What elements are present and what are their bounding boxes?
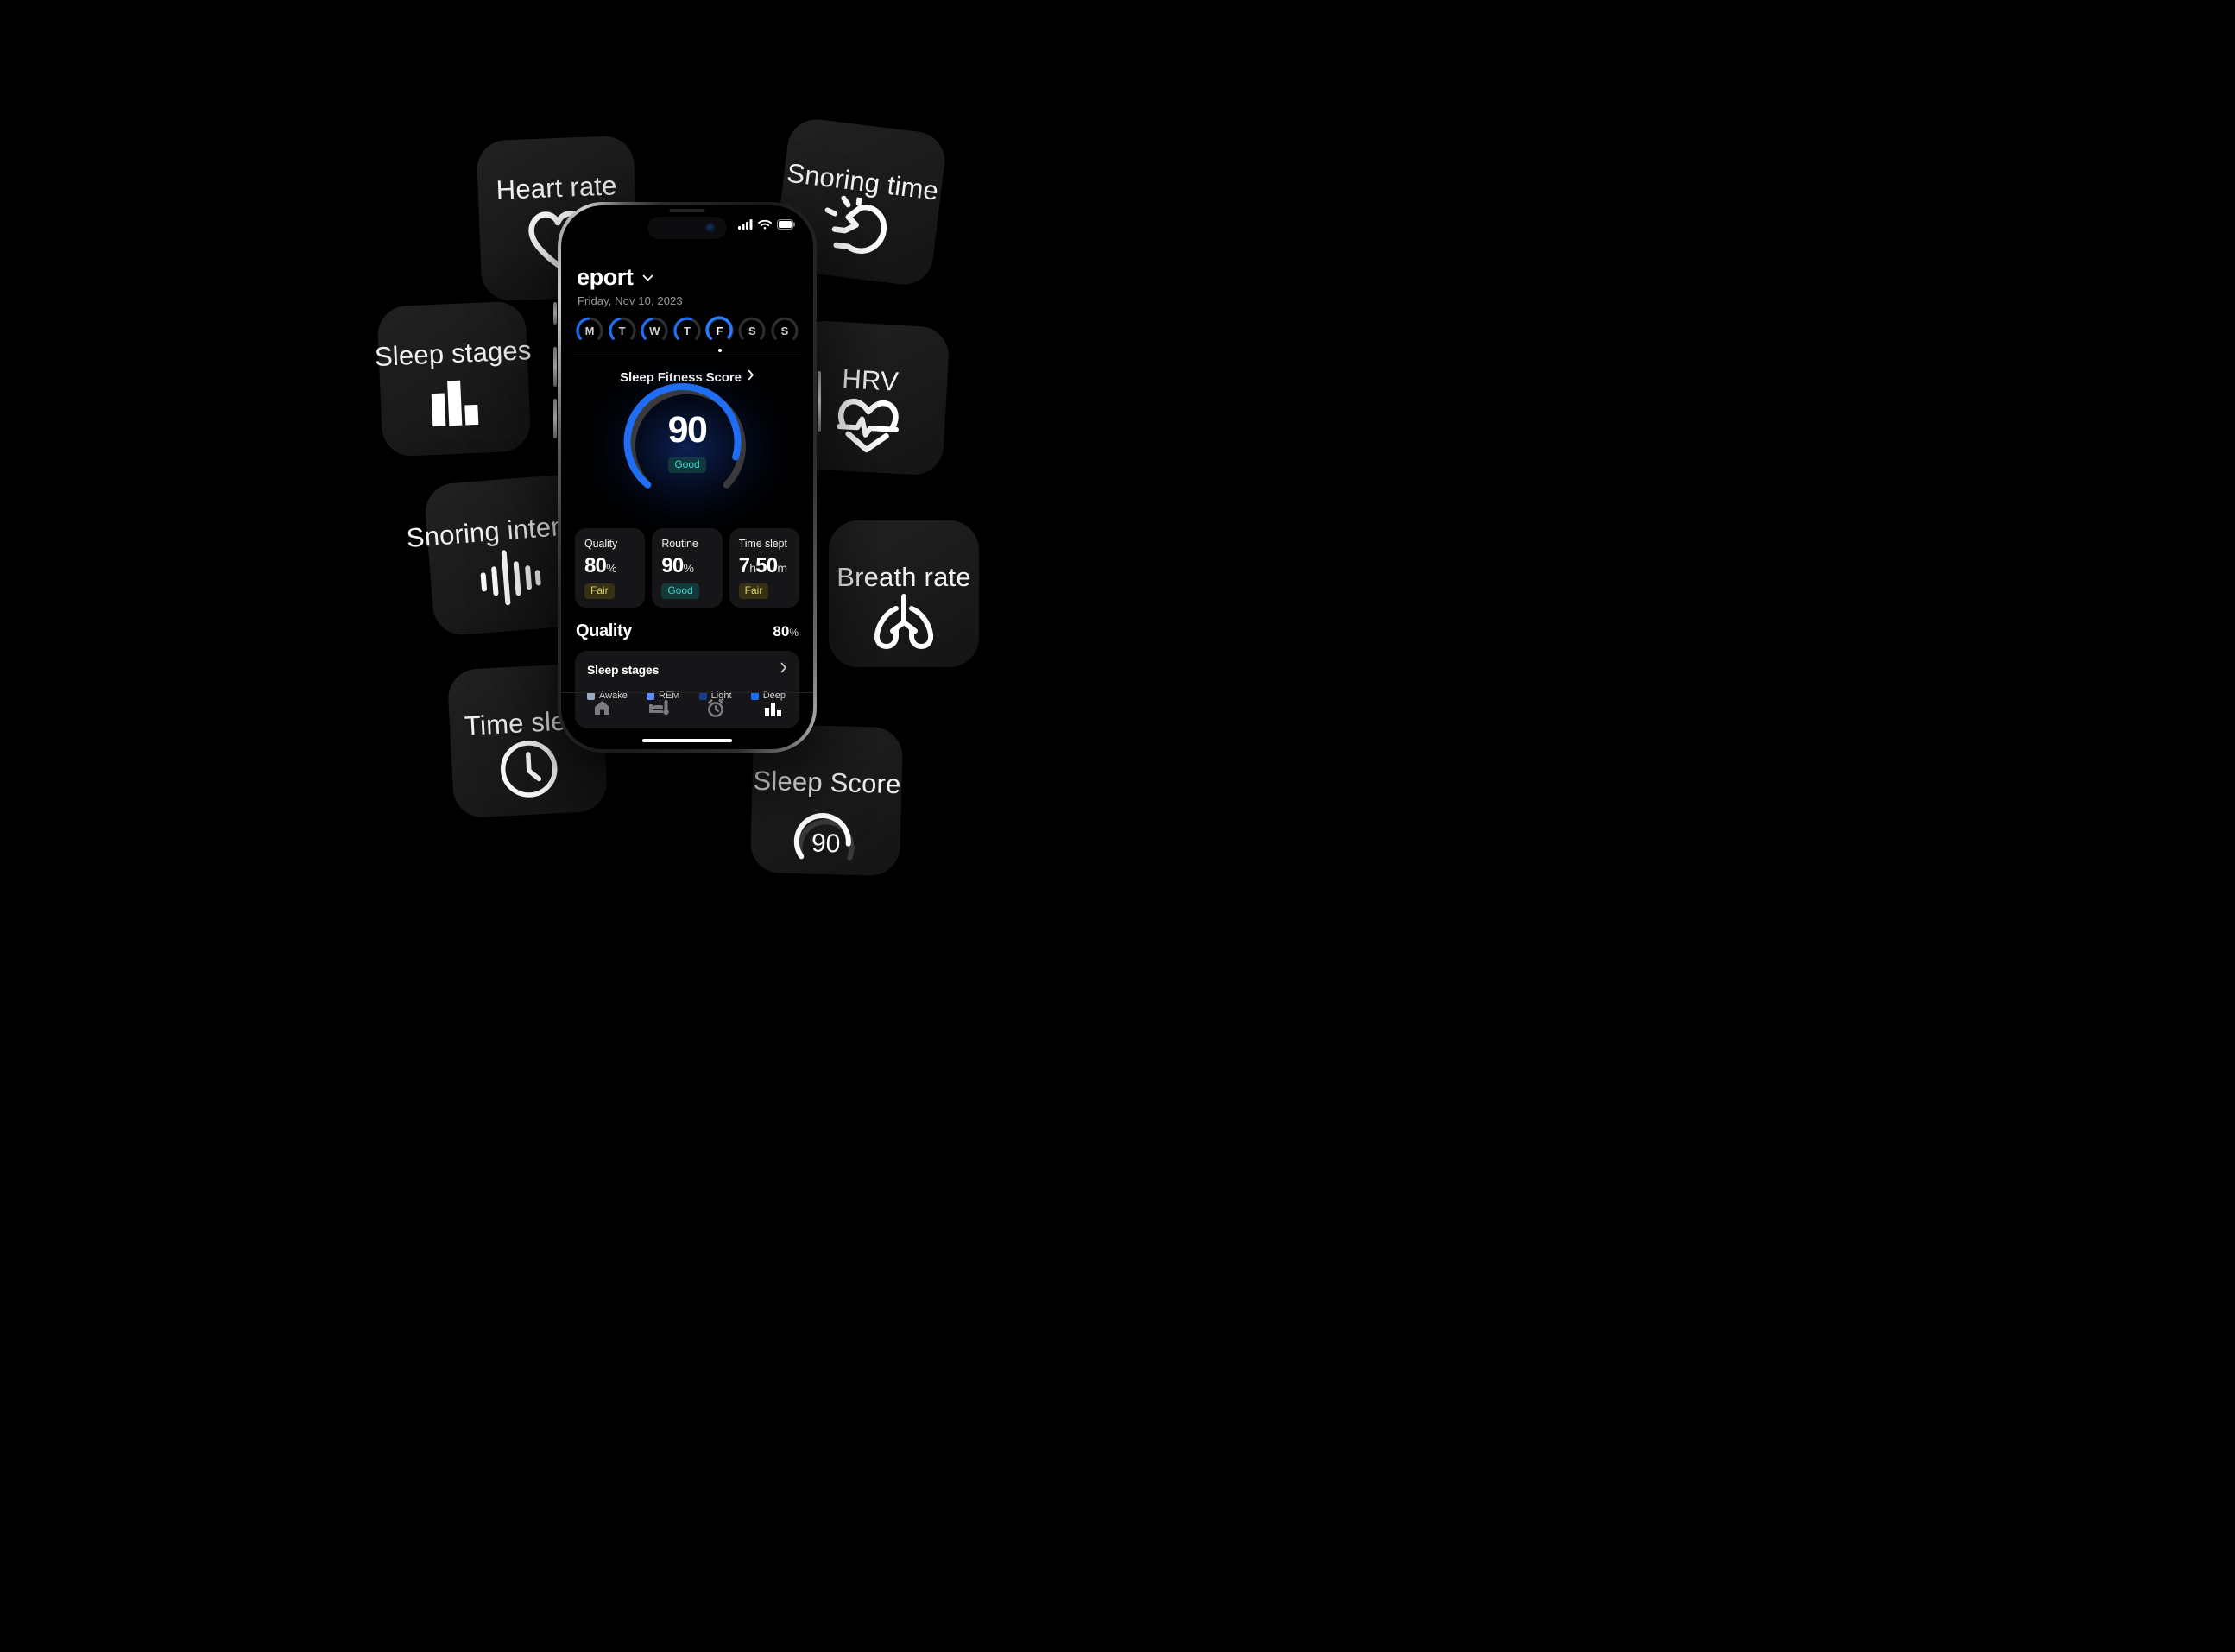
metric-number-2: 50	[755, 553, 778, 577]
app-screen: eport Friday, Nov 10, 2023 M T W T F S S…	[561, 205, 813, 749]
metric-unit-2: m	[777, 560, 787, 575]
tab-alarm[interactable]	[696, 696, 736, 725]
gauge-icon: 90	[749, 797, 901, 892]
volume-down-button[interactable]	[553, 399, 557, 438]
chevron-right-icon[interactable]	[780, 662, 787, 678]
sleep-fitness-gauge: 90 Good	[622, 381, 752, 510]
day-ring-saturday[interactable]: S	[737, 316, 767, 345]
power-button[interactable]	[818, 371, 821, 432]
tab-home[interactable]	[582, 696, 622, 725]
status-badge: Fair	[738, 583, 769, 599]
quality-number: 80	[773, 623, 790, 640]
quality-unit: %	[789, 627, 799, 639]
day-label: M	[584, 325, 595, 337]
day-label: F	[716, 325, 723, 337]
metric-card-routine[interactable]: Routine 90% Good	[652, 528, 723, 608]
day-label: T	[618, 325, 626, 337]
mute-switch[interactable]	[553, 302, 557, 325]
status-badge: Fair	[584, 583, 615, 599]
quality-section-header: Quality 80%	[576, 621, 799, 641]
day-ring-friday-selected[interactable]: F	[704, 316, 735, 352]
metric-value: 7h50m	[739, 554, 790, 578]
day-ring-wednesday[interactable]: W	[640, 316, 669, 345]
hero-scene: Heart rate Snoring time Sleep stages HRV…	[0, 0, 2235, 1652]
home-icon	[593, 699, 611, 721]
metric-rating: Good	[661, 583, 712, 599]
feature-card-label: Heart rate	[496, 170, 618, 205]
page-title: eport	[577, 264, 634, 290]
app-header[interactable]: eport	[577, 264, 653, 291]
phone-mockup: eport Friday, Nov 10, 2023 M T W T F S S…	[553, 202, 821, 753]
home-indicator[interactable]	[642, 739, 732, 742]
quality-value: 80%	[773, 623, 799, 640]
day-label: W	[649, 325, 660, 337]
sleep-fitness-rating: Good	[622, 457, 752, 474]
metric-rating: Fair	[584, 583, 635, 599]
report-date: Friday, Nov 10, 2023	[578, 294, 683, 307]
metric-card-quality[interactable]: Quality 80% Fair	[575, 528, 646, 608]
day-ring-sunday[interactable]: S	[770, 316, 799, 345]
metric-number: 7	[738, 553, 750, 577]
feature-card-label: Breath rate	[837, 562, 971, 592]
metric-value: 90%	[661, 554, 712, 578]
metric-value: 80%	[584, 554, 635, 578]
day-label: T	[683, 325, 691, 337]
tab-statistics-active[interactable]	[753, 696, 792, 725]
bar-chart-icon	[764, 700, 782, 721]
sleep-stages-card-header: Sleep stages	[587, 662, 787, 678]
metric-label: Time slept	[738, 538, 787, 550]
feature-card-label: Sleep Score	[753, 765, 902, 800]
tab-bed-thermometer[interactable]	[639, 696, 679, 725]
metric-unit: %	[606, 560, 616, 575]
metric-rating: Fair	[738, 583, 790, 599]
metric-label: Quality	[584, 538, 618, 550]
lungs-icon	[829, 593, 979, 672]
metric-card-time-slept[interactable]: Time slept 7h50m Fair	[729, 528, 799, 608]
bed-thermometer-icon	[648, 699, 670, 721]
sleep-fitness-score-value: 90	[667, 409, 708, 451]
selected-day-dot	[717, 349, 722, 352]
day-ring-monday[interactable]: M	[575, 316, 604, 345]
metric-label: Routine	[661, 538, 698, 550]
sleep-stages-title: Sleep stages	[587, 663, 660, 677]
week-selector[interactable]: M T W T F S S	[575, 316, 799, 352]
metric-number: 80	[584, 553, 607, 577]
phone-screen: eport Friday, Nov 10, 2023 M T W T F S S…	[561, 205, 813, 749]
status-badge: Good	[661, 583, 699, 599]
metric-number: 90	[661, 553, 684, 577]
metric-unit: %	[683, 560, 694, 575]
day-ring-thursday[interactable]: T	[672, 316, 702, 345]
sleep-fitness-gauge-container: 90 Good	[561, 365, 813, 530]
bottom-tab-bar	[561, 692, 813, 727]
day-label: S	[780, 325, 789, 337]
day-ring-tuesday[interactable]: T	[608, 316, 637, 345]
volume-up-button[interactable]	[553, 347, 557, 387]
bar-chart-icon	[380, 366, 532, 457]
chevron-down-icon[interactable]	[642, 270, 653, 286]
day-label: S	[748, 325, 756, 337]
feature-card-sleep-stages[interactable]: Sleep stages	[374, 300, 532, 457]
feature-card-breath-rate[interactable]: Breath rate	[829, 520, 979, 667]
status-badge: Good	[668, 457, 706, 474]
metric-cards: Quality 80% Fair Routine 90% Good Time s…	[575, 528, 799, 608]
sleep-score-value: 90	[811, 829, 840, 859]
quality-title: Quality	[576, 621, 632, 640]
alarm-clock-icon	[706, 698, 725, 722]
feature-card-label: HRV	[841, 363, 900, 397]
